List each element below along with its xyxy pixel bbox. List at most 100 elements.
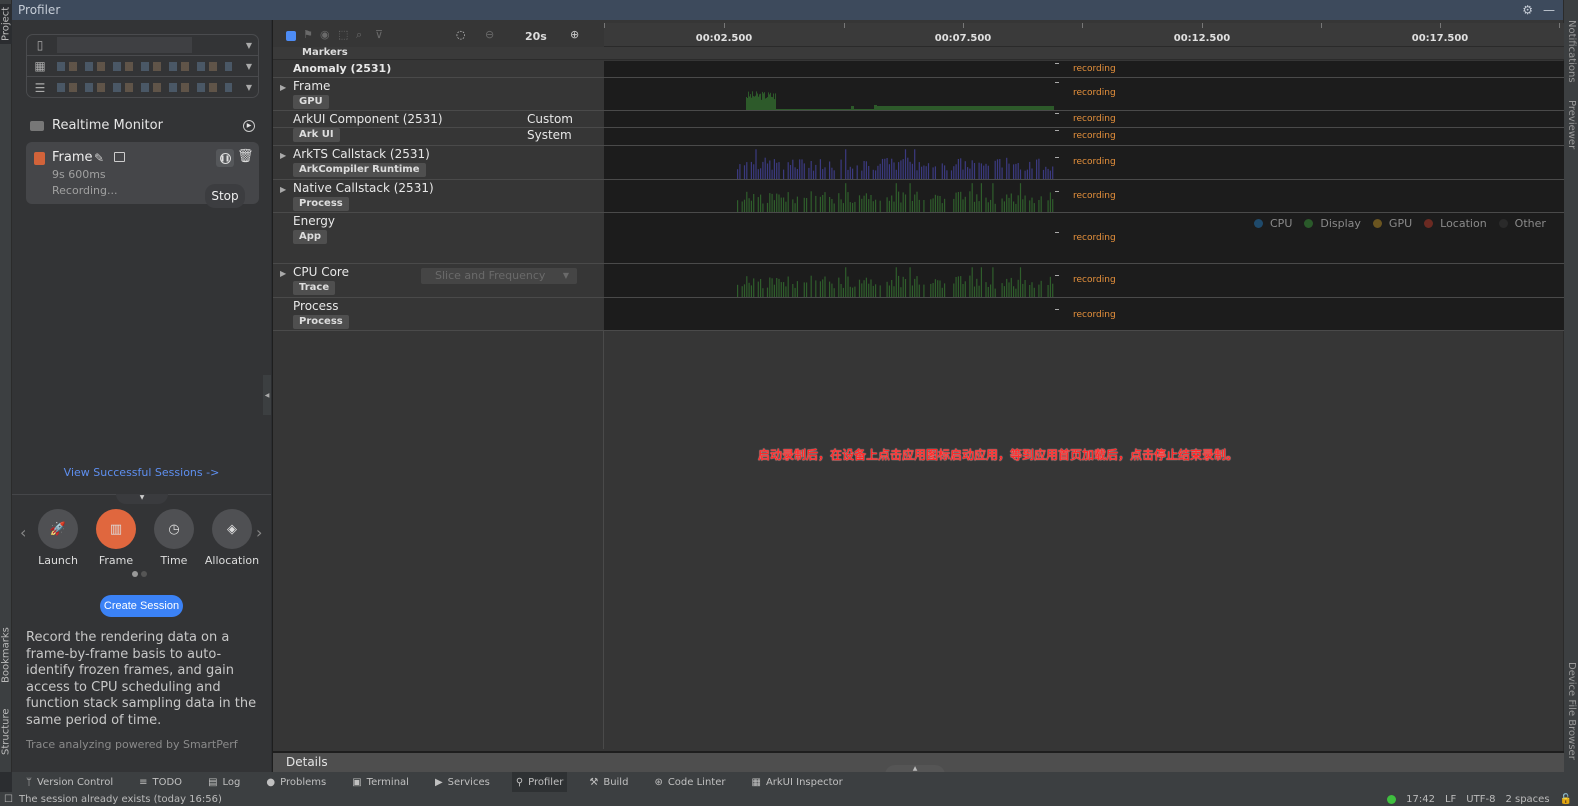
status-checkbox-icon[interactable]: ☐ xyxy=(4,794,13,805)
flag-icon[interactable]: ⚑ xyxy=(303,28,313,41)
edit-icon[interactable]: ✎ xyxy=(94,151,104,165)
record-stop-icon[interactable] xyxy=(286,31,296,41)
activity-bar xyxy=(769,277,771,297)
activity-bar xyxy=(810,275,812,297)
track-canvas[interactable]: recording xyxy=(604,61,1564,77)
activity-bar xyxy=(937,195,939,212)
track-row-native-callstack[interactable]: ▶ Native Callstack (2531) Process recordin… xyxy=(273,180,1564,213)
mode-time[interactable]: ◷ Time xyxy=(145,509,203,567)
track-canvas[interactable]: recording xyxy=(604,298,1564,330)
track-row-energy[interactable]: Energy App recording CPU Display GPU Loca… xyxy=(273,213,1564,264)
gpu-bar xyxy=(916,106,917,110)
track-canvas[interactable]: recording xyxy=(604,180,1564,212)
track-canvas[interactable]: recording xyxy=(604,128,1564,145)
tool-build[interactable]: ⚒ Build xyxy=(585,772,632,792)
stop-button[interactable]: ❚❚ xyxy=(216,149,234,167)
status-message[interactable]: The session already exists (today 16:56) xyxy=(19,794,222,805)
minimize-icon[interactable]: — xyxy=(1543,3,1555,17)
gpu-bar xyxy=(860,109,861,110)
activity-bar xyxy=(861,283,863,297)
reset-zoom-icon[interactable]: ◌ xyxy=(456,28,466,41)
play-circle-icon[interactable]: ▶ xyxy=(243,119,255,132)
realtime-monitor[interactable]: Realtime Monitor ▶ xyxy=(30,118,255,133)
project-tab[interactable]: Project xyxy=(0,4,12,44)
time-ruler[interactable]: 00:02.500 00:07.500 00:12.500 00:17.500 xyxy=(604,23,1564,47)
gpu-bar xyxy=(944,106,945,110)
activity-bar xyxy=(776,278,778,297)
track-row-arkui-custom[interactable]: ArkUI Component (2531) Custom recording xyxy=(273,111,1564,128)
page-dot[interactable] xyxy=(141,571,147,577)
page-dot[interactable] xyxy=(132,571,138,577)
chevron-right-icon[interactable]: › xyxy=(256,523,262,542)
activity-bar xyxy=(776,162,778,179)
gpu-bar xyxy=(898,106,899,110)
track-tag: Trace xyxy=(293,281,336,295)
tool-todo[interactable]: ≡ TODO xyxy=(135,772,186,792)
session-name: Frame xyxy=(52,150,93,165)
compass-icon[interactable]: ◉ xyxy=(320,28,330,41)
cpu-mode-dropdown[interactable]: Slice and Frequency ▼ xyxy=(421,268,577,284)
process-select[interactable]: ☰ ▼ xyxy=(27,77,258,98)
gear-icon[interactable]: ⚙ xyxy=(1522,3,1533,17)
lock-icon[interactable]: 🔓 xyxy=(1560,794,1572,805)
tool-services[interactable]: ▶ Services xyxy=(431,772,494,792)
expand-arrow-icon[interactable]: ▶ xyxy=(280,269,286,278)
details-icon[interactable] xyxy=(114,152,125,162)
mode-allocation[interactable]: ◈ Allocation xyxy=(203,509,261,567)
line-separator[interactable]: LF xyxy=(1445,794,1456,805)
trash-icon[interactable]: 🗑 xyxy=(237,149,254,164)
notifications-tab[interactable]: Notifications xyxy=(1564,20,1578,100)
structure-tab[interactable]: Structure xyxy=(0,704,12,760)
chevron-left-icon[interactable]: ‹ xyxy=(20,523,26,542)
tool-profiler[interactable]: ⚲ Profiler xyxy=(511,772,568,792)
activity-bar xyxy=(769,160,771,179)
track-canvas[interactable]: recording xyxy=(604,264,1564,297)
tool-version-control[interactable]: ᛘ Version Control xyxy=(22,772,117,792)
track-canvas[interactable]: recording CPU Display GPU Location Other xyxy=(604,213,1564,263)
gpu-bar xyxy=(991,106,992,110)
zoom-in-icon[interactable]: ⊕ xyxy=(570,28,579,41)
expand-arrow-icon[interactable]: ▶ xyxy=(280,83,286,92)
device-selector-group: ▯ ▼ ▦ ▼ ☰ ▼ xyxy=(26,34,259,98)
file-encoding[interactable]: UTF-8 xyxy=(1466,794,1495,805)
mode-launch[interactable]: 🚀 Launch xyxy=(29,509,87,567)
tool-code-linter[interactable]: ⊛ Code Linter xyxy=(650,772,729,792)
activity-bar xyxy=(971,267,973,297)
mode-frame[interactable]: ▥ Frame xyxy=(87,509,145,567)
app-select[interactable]: ▦ ▼ xyxy=(27,56,258,77)
tool-problems[interactable]: ● Problems xyxy=(262,772,330,792)
track-row-anomaly[interactable]: Anomaly (2531) recording xyxy=(273,61,1564,78)
tool-log[interactable]: ▤ Log xyxy=(204,772,244,792)
tool-arkui-inspector[interactable]: ▦ ArkUI Inspector xyxy=(747,772,846,792)
filter-icon[interactable]: ⊽ xyxy=(375,28,383,41)
gpu-bar xyxy=(749,96,750,110)
details-panel-header[interactable]: Details ▲ xyxy=(273,751,1564,775)
expand-arrow-icon[interactable]: ▶ xyxy=(280,185,286,194)
collapse-handle[interactable]: ▼ xyxy=(116,494,168,504)
device-file-browser-tab[interactable]: Device File Browser xyxy=(1564,662,1578,762)
bookmarks-tab[interactable]: Bookmarks xyxy=(0,626,12,684)
zoom-out-icon[interactable]: ⊖ xyxy=(485,28,494,41)
track-row-arkts-callstack[interactable]: ▶ ArkTS Callstack (2531) ArkCompiler Runti… xyxy=(273,146,1564,180)
track-row-process[interactable]: Process Process recording xyxy=(273,298,1564,331)
create-session-button[interactable]: Create Session xyxy=(100,595,183,617)
previewer-tab[interactable]: Previewer xyxy=(1564,100,1578,155)
track-row-cpu-core[interactable]: ▶ CPU Core Trace Slice and Frequency ▼ reco… xyxy=(273,264,1564,298)
track-canvas[interactable]: recording xyxy=(604,146,1564,179)
device-select[interactable]: ▯ ▼ xyxy=(27,35,258,56)
track-canvas[interactable]: recording xyxy=(604,78,1564,110)
track-canvas[interactable]: recording xyxy=(604,111,1564,127)
expand-arrow-icon[interactable]: ▶ xyxy=(280,151,286,160)
terminal-icon: ▣ xyxy=(352,776,362,788)
track-row-frame[interactable]: ▶ Frame GPU recording xyxy=(273,78,1564,111)
track-row-arkui-system[interactable]: Ark UI System recording xyxy=(273,128,1564,146)
panel-splitter[interactable]: ◀ xyxy=(263,375,271,415)
status-indicator-icon[interactable] xyxy=(1387,794,1397,804)
capture-icon[interactable]: ⬚ xyxy=(338,28,348,41)
ruler-label: 00:02.500 xyxy=(695,33,753,44)
tool-terminal[interactable]: ▣ Terminal xyxy=(348,772,413,792)
view-successful-sessions-link[interactable]: View Successful Sessions -> xyxy=(12,466,271,479)
search-icon[interactable]: ⌕ xyxy=(356,28,362,42)
activity-bar xyxy=(987,287,989,297)
indent-setting[interactable]: 2 spaces xyxy=(1505,794,1549,805)
